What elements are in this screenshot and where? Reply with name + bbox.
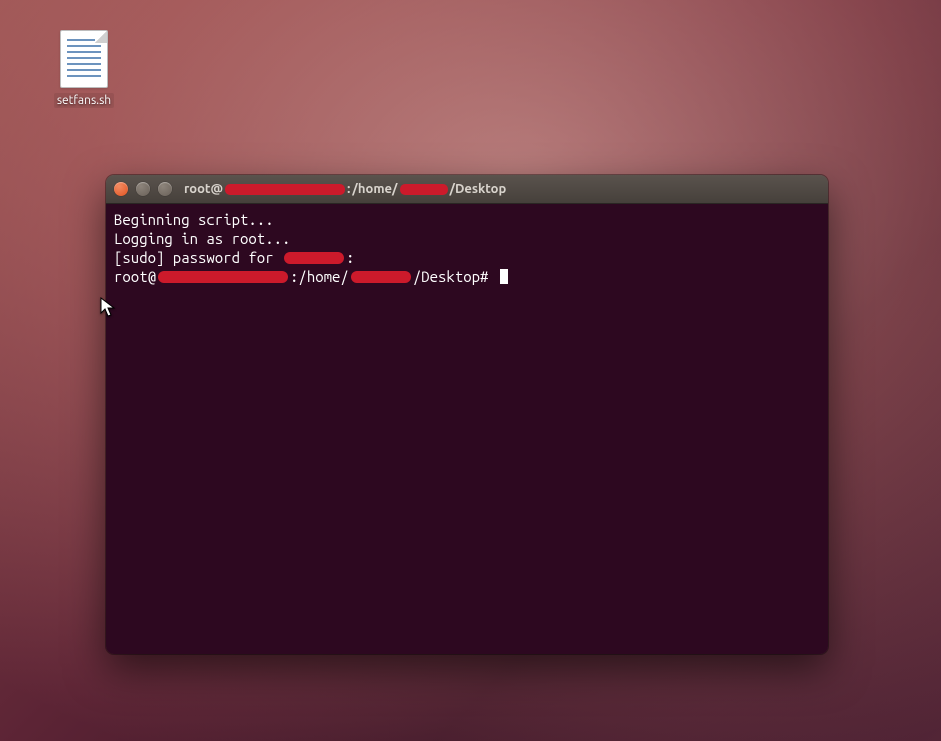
desktop-file-icon[interactable]: setfans.sh (49, 30, 119, 108)
redacted-host (158, 271, 288, 283)
terminal-text: Logging in as root... (114, 229, 290, 248)
terminal-body[interactable]: Beginning script... Logging in as root..… (106, 204, 828, 654)
terminal-text: : (346, 248, 354, 267)
title-path-home: /home/ (352, 182, 397, 196)
window-title: root@ : /home/ /Desktop (184, 182, 506, 196)
terminal-text: Beginning script... (114, 210, 274, 229)
redacted-host (225, 184, 345, 195)
minimize-button[interactable] (136, 182, 150, 196)
window-buttons (114, 182, 172, 196)
terminal-text: root@ (114, 267, 156, 286)
terminal-cursor (500, 269, 508, 284)
terminal-line: Beginning script... (114, 210, 820, 229)
title-path-desktop: /Desktop (450, 182, 507, 196)
redacted-user (351, 271, 411, 283)
desktop-file-label: setfans.sh (54, 93, 114, 108)
terminal-line: [sudo] password for : (114, 248, 820, 267)
terminal-line: root@ :/home/ /Desktop# (114, 267, 820, 286)
title-user: root@ (184, 182, 223, 196)
close-button[interactable] (114, 182, 128, 196)
maximize-button[interactable] (158, 182, 172, 196)
terminal-text: /Desktop# (413, 267, 497, 286)
title-colon: : (347, 182, 350, 196)
window-titlebar[interactable]: root@ : /home/ /Desktop (106, 175, 828, 204)
redacted-user (400, 184, 448, 195)
terminal-line: Logging in as root... (114, 229, 820, 248)
terminal-text: :/home/ (290, 267, 349, 286)
terminal-text: [sudo] password for (114, 248, 282, 267)
document-icon (60, 30, 108, 88)
redacted-user (284, 252, 344, 264)
terminal-window[interactable]: root@ : /home/ /Desktop Beginning script… (106, 175, 828, 654)
